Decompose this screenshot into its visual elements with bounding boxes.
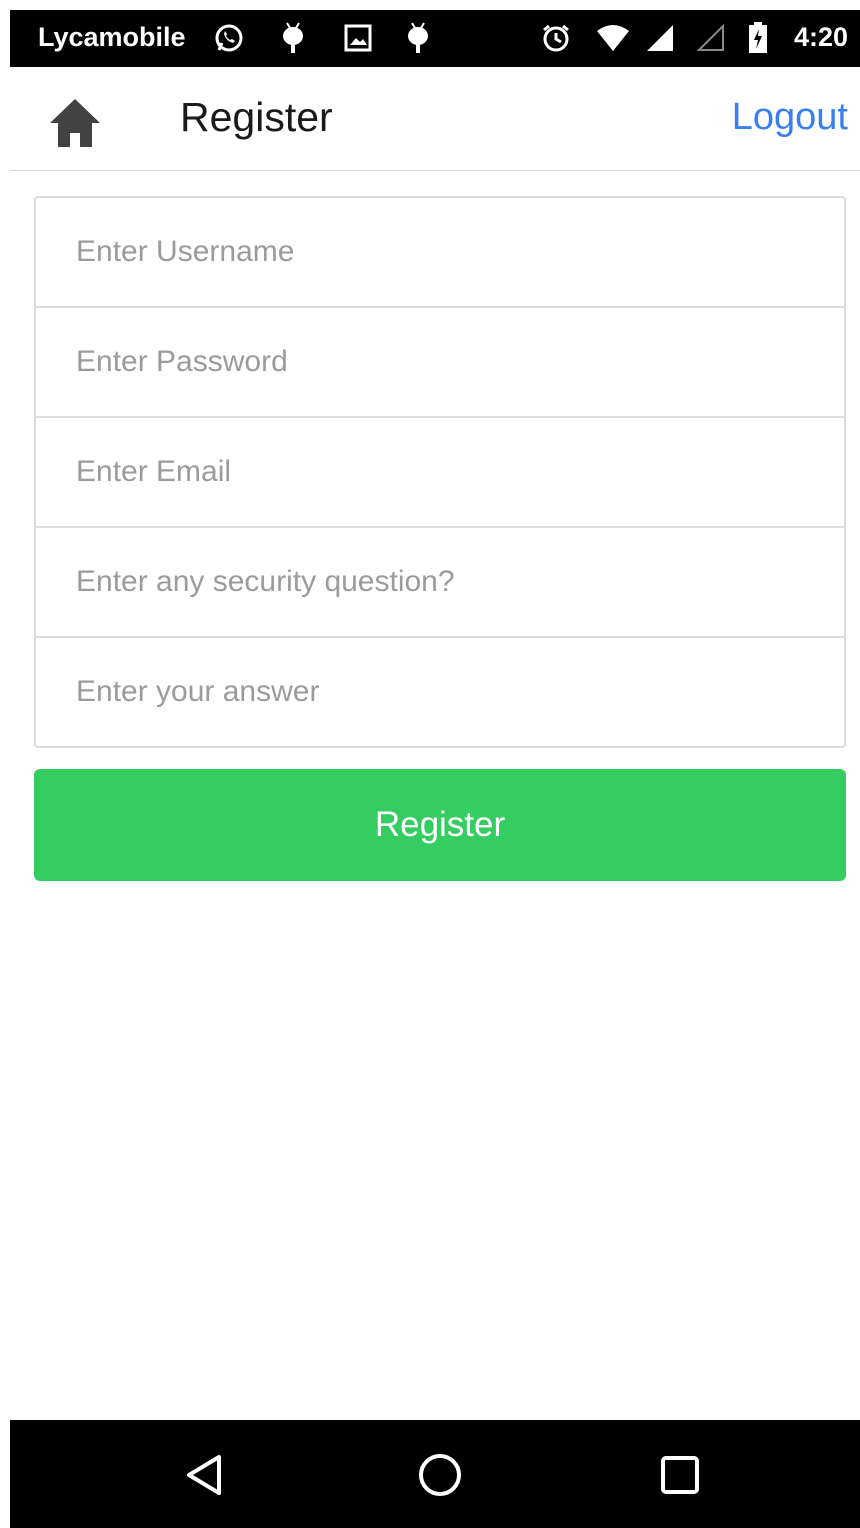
register-button[interactable]: Register [34,769,846,881]
security-answer-field-row [36,638,844,746]
status-clock: 4:20 [793,22,848,52]
home-icon[interactable] [48,89,102,149]
signal-icon [642,20,678,56]
email-input[interactable] [36,418,844,526]
whatsapp-icon [210,20,248,56]
username-field-row [36,198,844,308]
system-nav-bar [10,1420,860,1528]
app-header: Register Logout [10,67,860,171]
back-icon[interactable] [180,1450,230,1500]
android-debug-icon [278,20,308,56]
wifi-icon [593,20,633,56]
security-answer-input[interactable] [36,638,844,746]
register-form [34,196,846,748]
carrier-name: Lycamobile [38,22,186,52]
status-bar: Lycamobile 4:20 [10,10,860,67]
security-question-field-row [36,528,844,638]
security-question-input[interactable] [36,528,844,636]
password-field-row [36,308,844,418]
email-field-row [36,418,844,528]
page-title: Register [180,94,333,140]
battery-charging-icon [745,20,771,56]
username-input[interactable] [36,198,844,306]
android-debug-icon [403,20,433,56]
password-input[interactable] [36,308,844,416]
home-circle-icon[interactable] [415,1450,465,1500]
signal-empty-icon [693,20,729,56]
alarm-icon [538,20,574,56]
logout-link[interactable]: Logout [732,96,848,139]
recents-icon[interactable] [655,1450,705,1500]
image-icon [340,20,376,56]
